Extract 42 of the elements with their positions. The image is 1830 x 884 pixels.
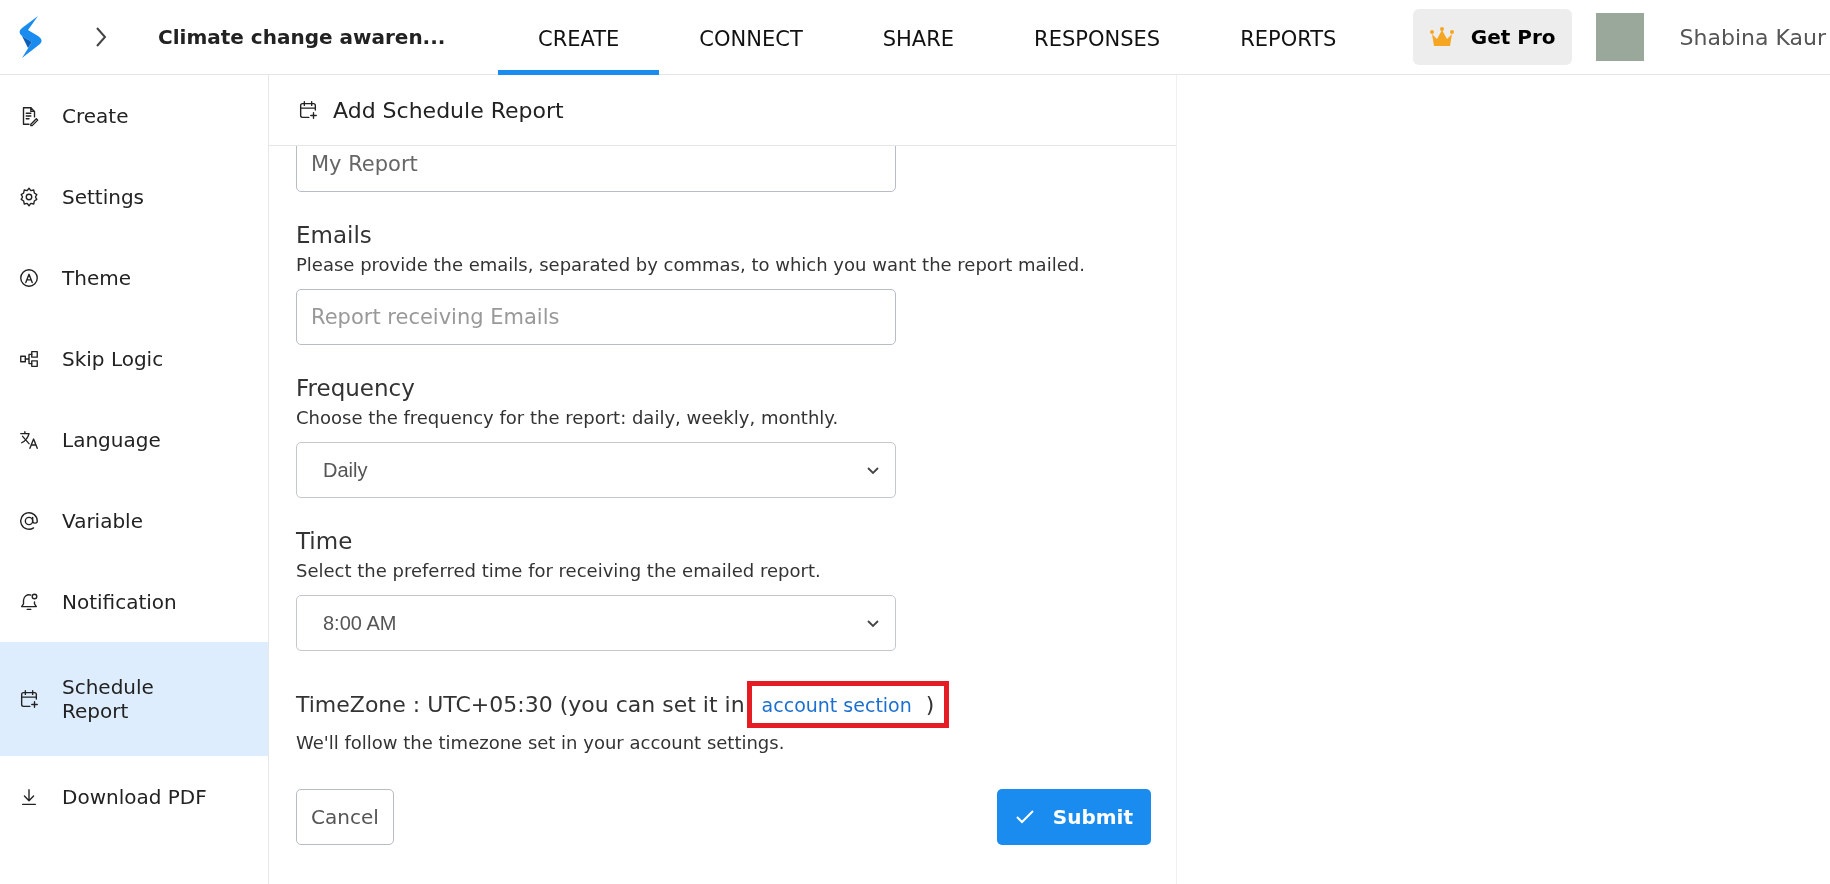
check-icon xyxy=(1014,809,1035,825)
nav-tab[interactable]: REPORTS xyxy=(1200,0,1377,75)
crown-icon xyxy=(1428,26,1455,48)
sidebar-calendar-plus-icon xyxy=(18,688,40,710)
sidebar-item[interactable]: Skip Logic xyxy=(0,318,268,399)
user-name[interactable]: Shabina Kaur xyxy=(1679,24,1826,50)
nav-tab[interactable]: RESPONSES xyxy=(994,0,1201,75)
sidebar-letter-a-circle-icon xyxy=(18,266,40,289)
sidebar-item[interactable]: Variable xyxy=(0,480,268,561)
sidebar-item[interactable]: Theme xyxy=(0,237,268,318)
sidebar-item[interactable]: Language xyxy=(0,399,268,480)
sidebar-item[interactable]: Settings xyxy=(0,156,268,237)
closing-parenthesis: ) xyxy=(925,692,935,717)
field-description: Choose the frequency for the report: daily, weekly, monthly. xyxy=(296,407,840,428)
nav-tab[interactable]: CONNECT xyxy=(659,0,843,75)
cancel-button[interactable]: Cancel xyxy=(296,789,394,845)
field-label: Frequency xyxy=(296,375,416,401)
timezone-text: TimeZone : UTC+05:30 (you can set it in xyxy=(296,692,745,717)
field-label: Emails xyxy=(296,222,373,248)
sidebar-at-sign-icon xyxy=(18,509,40,532)
sidebar-item[interactable]: Schedule Report xyxy=(0,642,268,756)
timezone-note: We'll follow the timezone set in your account settings. xyxy=(296,732,786,753)
sidebar-item[interactable]: Notification xyxy=(0,561,268,642)
sidebar-item[interactable]: Download PDF xyxy=(0,756,268,837)
form-title: Climate change awaren... xyxy=(158,25,447,49)
dropdown[interactable]: Daily xyxy=(296,442,896,498)
field-description: Please provide the emails, separated by commas, to which you want the report mailed. xyxy=(296,254,1086,275)
get-pro-button[interactable]: Get Pro xyxy=(1412,9,1572,65)
chevron-right-icon[interactable] xyxy=(94,25,108,49)
calendar-plus-icon xyxy=(297,99,319,121)
field-description: Select the preferred time for receiving the emailed report. xyxy=(296,560,822,581)
sidebar-translate-icon xyxy=(18,428,40,451)
report-name-field[interactable]: My Report xyxy=(296,146,896,192)
nav-tab[interactable]: CREATE xyxy=(498,0,660,75)
sidebar-settings-icon xyxy=(18,185,40,208)
sidebar-item[interactable]: Create xyxy=(0,75,268,156)
dropdown[interactable]: 8:00 AM xyxy=(296,595,896,651)
panel-title: Add Schedule Report xyxy=(333,97,564,123)
email-field[interactable]: Report receiving Emails xyxy=(296,289,896,345)
account-section-link[interactable]: account section xyxy=(761,693,912,716)
nav-tab[interactable]: SHARE xyxy=(842,0,995,75)
field-label: Time xyxy=(296,528,354,554)
